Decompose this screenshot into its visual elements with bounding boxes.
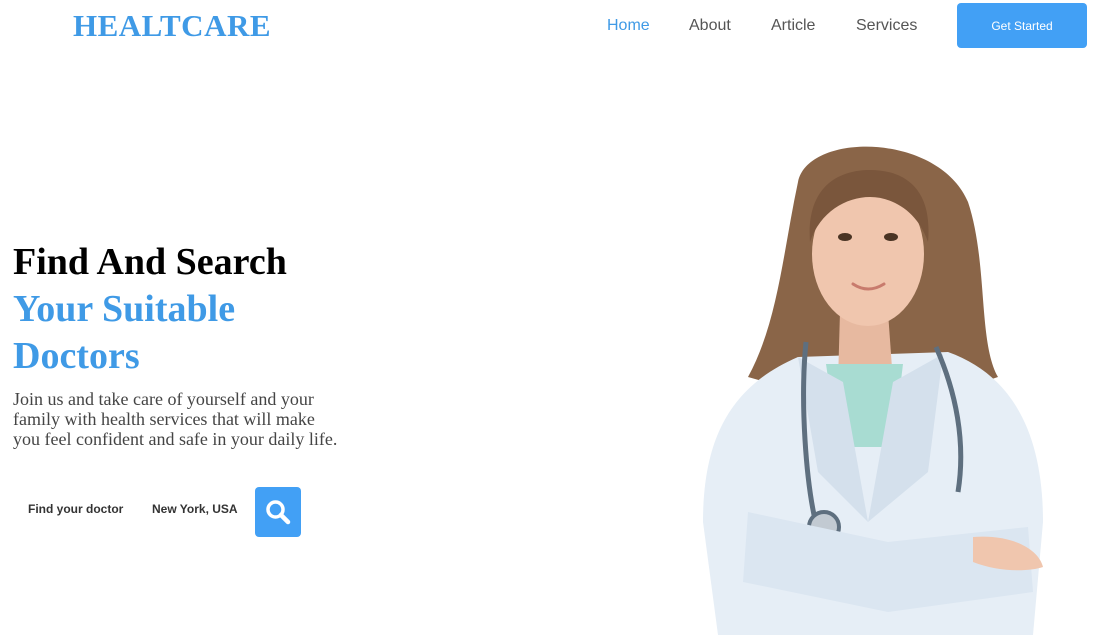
nav-article[interactable]: Article [771,16,815,36]
nav-home[interactable]: Home [607,16,650,36]
search-button[interactable] [255,487,301,537]
brand-logo[interactable]: HEALTCARE [73,8,271,44]
nav-about[interactable]: About [689,16,731,36]
hero-title-line3: Doctors [13,335,140,377]
search-icon [266,500,291,525]
get-started-button[interactable]: Get Started [957,3,1087,48]
hero-description: Join us and take care of yourself and yo… [13,389,338,449]
nav-services[interactable]: Services [856,16,917,36]
doctor-illustration [703,146,1043,635]
hero-title: Find And Search Your Suitable Doctors [13,239,287,380]
location-field[interactable]: New York, USA [152,501,238,517]
hero-title-line2: Your Suitable [13,288,236,330]
find-doctor-field[interactable]: Find your doctor [28,501,123,517]
hero-title-line1: Find And Search [13,241,287,283]
